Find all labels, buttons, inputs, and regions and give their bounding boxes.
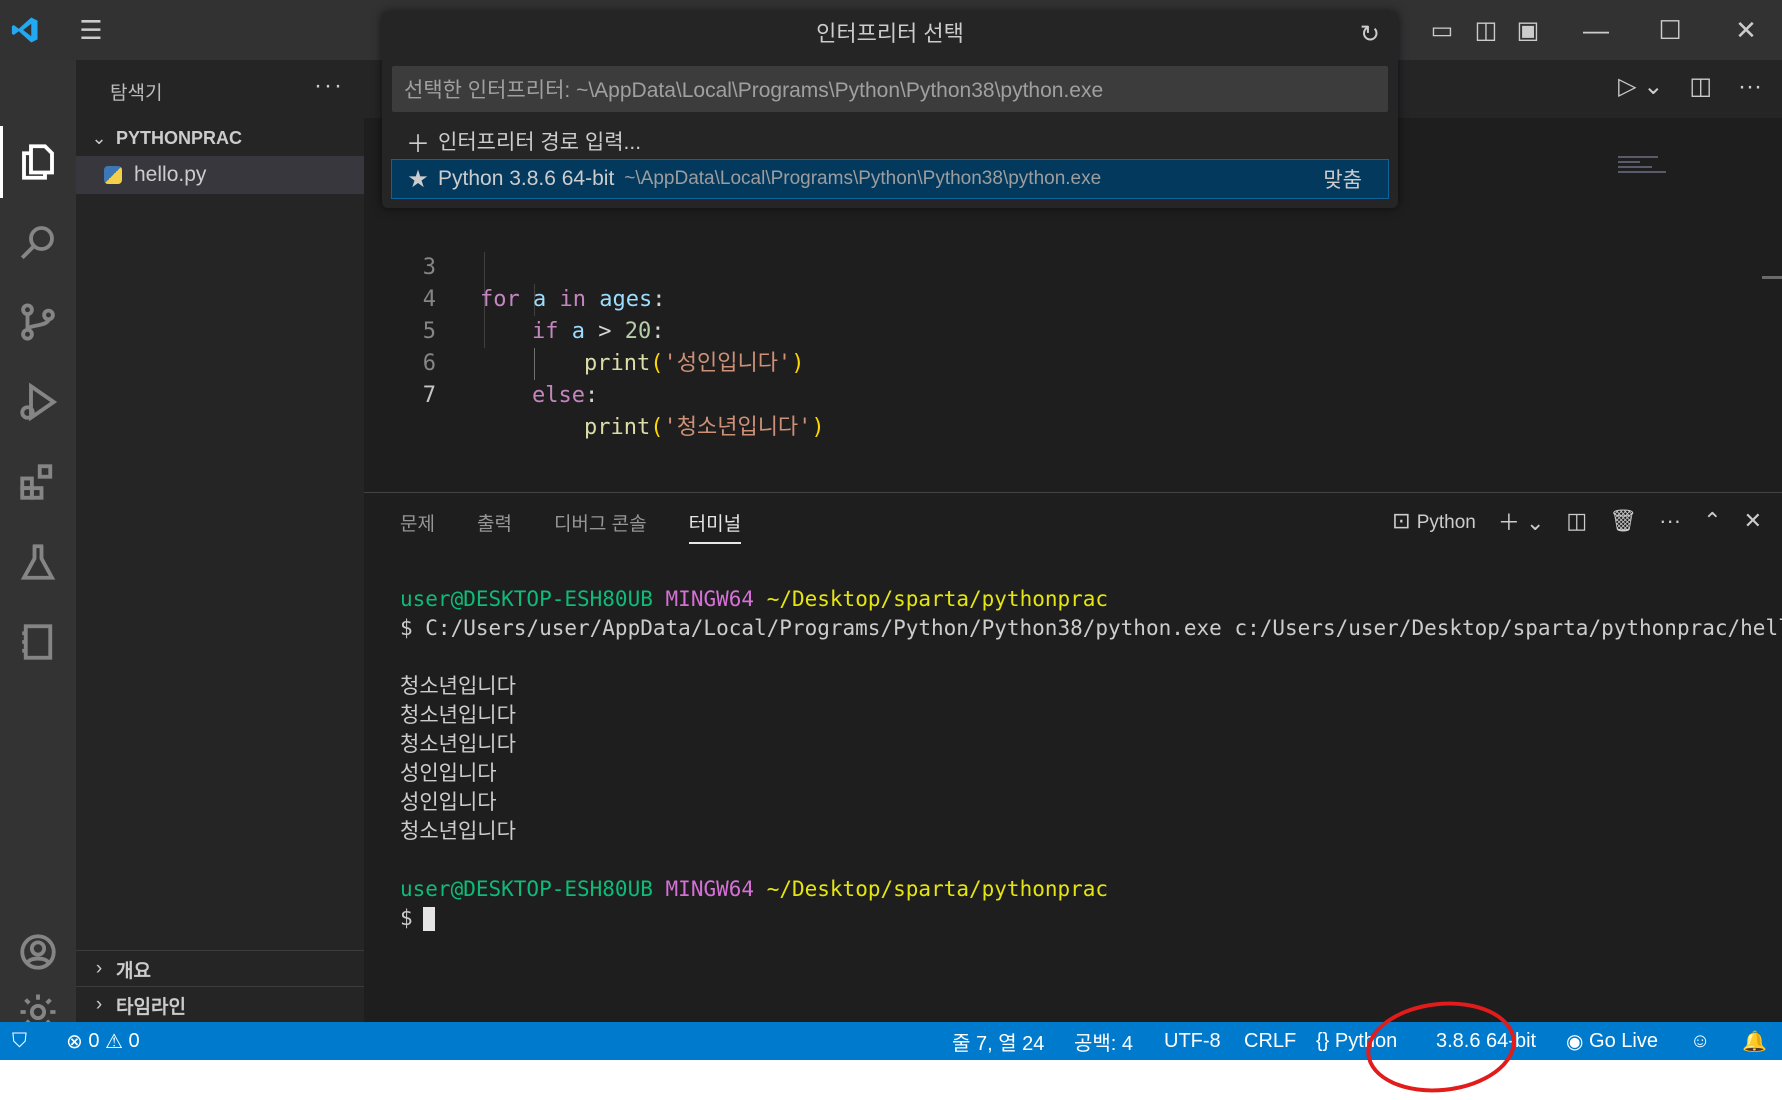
python-interpreter-item[interactable]: ★ Python 3.8.6 64-bit ~\AppData\Local\Pr…: [391, 159, 1389, 199]
explorer-sidebar: 탐색기 ··· ⌄ PYTHONPRAC hello.py › 개요 › 타임라…: [76, 60, 364, 1022]
interpreter-quick-pick: 인터프리터 선택 ↻ ＋ 인터프리터 경로 입력... ★ Python 3.8…: [382, 12, 1398, 208]
split-editor-icon[interactable]: ◫: [1689, 72, 1712, 101]
terminal-prompt-line: user@DESKTOP-ESH80UB MINGW64 ~/Desktop/s…: [400, 587, 1109, 611]
search-icon[interactable]: [0, 206, 76, 278]
customize-layout-icon[interactable]: ▣: [1508, 0, 1548, 60]
terminal-output-line: 청소년입니다: [400, 703, 516, 727]
layout-panel-icon[interactable]: ▭: [1422, 0, 1462, 60]
enter-path-label: 인터프리터 경로 입력...: [438, 131, 642, 154]
close-window-icon[interactable]: ✕: [1716, 0, 1776, 60]
interpreter-input-container: [392, 66, 1388, 112]
terminal-icon: ⊡: [1392, 508, 1411, 533]
vscode-window: ☰ ▭ ◫ ▣ — ☐ ✕ 탐색기 ··· ⌄ PYTHONPRAC hello…: [0, 0, 1782, 1060]
maximize-panel-icon[interactable]: ⌃: [1703, 508, 1721, 534]
terminal-output-line: 청소년입니다: [400, 674, 516, 698]
error-icon: ⊗: [66, 1030, 83, 1053]
terminal-selector[interactable]: ⊡ Python: [1392, 508, 1476, 534]
maximize-icon[interactable]: ☐: [1640, 0, 1700, 60]
line-number: 7: [422, 383, 436, 408]
plus-icon: ＋: [406, 130, 430, 158]
chevron-right-icon: ›: [95, 958, 103, 979]
code-line: 7 print('청소년입니다'): [364, 348, 1614, 440]
split-terminal-icon[interactable]: ◫: [1566, 508, 1587, 534]
broadcast-icon: ◉: [1566, 1030, 1584, 1053]
tab-debug-console[interactable]: 디버그 콘솔: [554, 509, 647, 544]
terminal-output-line: 청소년입니다: [400, 819, 516, 843]
go-live-button[interactable]: ◉ Go Live: [1566, 1022, 1658, 1060]
cursor-position[interactable]: 줄 7, 열 24: [952, 1022, 1044, 1060]
testing-icon[interactable]: [0, 526, 76, 598]
code-line: 6 else:: [364, 316, 1614, 408]
interpreter-label: Python 3.8.6 64-bit: [438, 167, 615, 190]
explorer-icon[interactable]: [0, 126, 76, 198]
timeline-label: 타임라인: [116, 996, 186, 1018]
tab-terminal[interactable]: 터미널: [688, 509, 742, 544]
warning-icon: ⚠: [105, 1030, 123, 1053]
minimap[interactable]: [1618, 156, 1678, 186]
run-debug-icon[interactable]: [0, 366, 76, 438]
panel-tabs: 문제 출력 디버그 콘솔 터미널: [400, 509, 742, 544]
terminal-output-line: 청소년입니다: [400, 732, 516, 756]
terminal-output-line: 성인입니다: [400, 761, 497, 785]
explorer-title: 탐색기: [110, 83, 163, 104]
feedback-icon[interactable]: ☺: [1690, 1022, 1710, 1060]
terminal-command: $ C:/Users/user/AppData/Local/Programs/P…: [400, 616, 1782, 640]
vscode-logo-icon: [0, 0, 50, 60]
terminal-input-line[interactable]: $: [400, 904, 1782, 933]
layout-sidebar-icon[interactable]: ◫: [1466, 0, 1506, 60]
quick-pick-title: 인터프리터 선택: [816, 21, 964, 46]
panel-more-icon[interactable]: ···: [1659, 508, 1681, 534]
encoding[interactable]: UTF-8: [1164, 1022, 1221, 1060]
terminal-cursor: [422, 907, 435, 931]
star-icon: ★: [407, 165, 429, 193]
chevron-right-icon: ›: [95, 994, 103, 1015]
folder-label: PYTHONPRAC: [116, 127, 243, 148]
code-line: 3 for a in ages:: [364, 220, 1614, 312]
minimize-icon[interactable]: —: [1566, 0, 1626, 60]
interpreter-path: ~\AppData\Local\Programs\Python\Python38…: [624, 168, 1102, 189]
code-line: 5 print('성인입니다'): [364, 284, 1614, 376]
more-actions-icon[interactable]: ···: [314, 72, 344, 100]
braces-icon: {}: [1316, 1029, 1330, 1052]
refresh-icon[interactable]: ↻: [1360, 20, 1380, 49]
outline-section[interactable]: › 개요: [76, 950, 364, 987]
notebook-icon[interactable]: [0, 606, 76, 678]
close-panel-icon[interactable]: ✕: [1744, 508, 1762, 534]
extensions-icon[interactable]: [0, 446, 76, 518]
activity-bar: [0, 60, 76, 1030]
menu-icon[interactable]: ☰: [66, 0, 116, 60]
problems-status[interactable]: ⊗ 0 ⚠ 0: [66, 1022, 140, 1060]
file-label: hello.py: [134, 163, 207, 186]
run-python-icon[interactable]: ▷ ⌄: [1618, 72, 1663, 101]
outline-label: 개요: [116, 960, 151, 982]
panel-actions: ⊡ Python ＋ ⌄ ◫ 🗑 ··· ⌃ ✕: [1392, 505, 1762, 537]
python-file-icon: [104, 166, 122, 184]
editor-actions: ▷ ⌄ ◫ ···: [1618, 72, 1762, 101]
kill-terminal-icon[interactable]: 🗑: [1609, 508, 1637, 534]
terminal-output[interactable]: user@DESKTOP-ESH80UB MINGW64 ~/Desktop/s…: [400, 585, 1782, 933]
interpreter-input[interactable]: [392, 66, 1388, 112]
indentation[interactable]: 공백: 4: [1074, 1022, 1133, 1060]
tab-output[interactable]: 출력: [477, 509, 512, 544]
chevron-down-icon: ⌄: [91, 127, 107, 148]
enter-interpreter-path-item[interactable]: ＋ 인터프리터 경로 입력...: [392, 122, 1388, 160]
source-control-icon[interactable]: [0, 286, 76, 358]
new-terminal-icon[interactable]: ＋ ⌄: [1498, 505, 1545, 537]
notifications-bell-icon[interactable]: 🔔: [1742, 1022, 1767, 1060]
end-of-line[interactable]: CRLF: [1244, 1022, 1296, 1060]
bottom-panel: 문제 출력 디버그 콘솔 터미널 ⊡ Python ＋ ⌄ ◫ 🗑 ··· ⌃ …: [364, 492, 1782, 1023]
terminal-output-line: 성인입니다: [400, 790, 497, 814]
recommended-badge: 맞춤: [1323, 169, 1362, 192]
timeline-section[interactable]: › 타임라인: [76, 986, 364, 1023]
scrollbar-marker[interactable]: [1762, 276, 1782, 279]
file-hello-py[interactable]: hello.py: [76, 156, 364, 194]
editor-more-icon[interactable]: ···: [1738, 73, 1762, 101]
code-line: 4 if a > 20:: [364, 252, 1614, 344]
folder-pythonprac[interactable]: ⌄ PYTHONPRAC: [76, 120, 364, 156]
terminal-prompt-line: user@DESKTOP-ESH80UB MINGW64 ~/Desktop/s…: [400, 877, 1109, 901]
tab-problems[interactable]: 문제: [400, 509, 435, 544]
remote-shield-icon[interactable]: ⛉: [12, 1022, 27, 1060]
